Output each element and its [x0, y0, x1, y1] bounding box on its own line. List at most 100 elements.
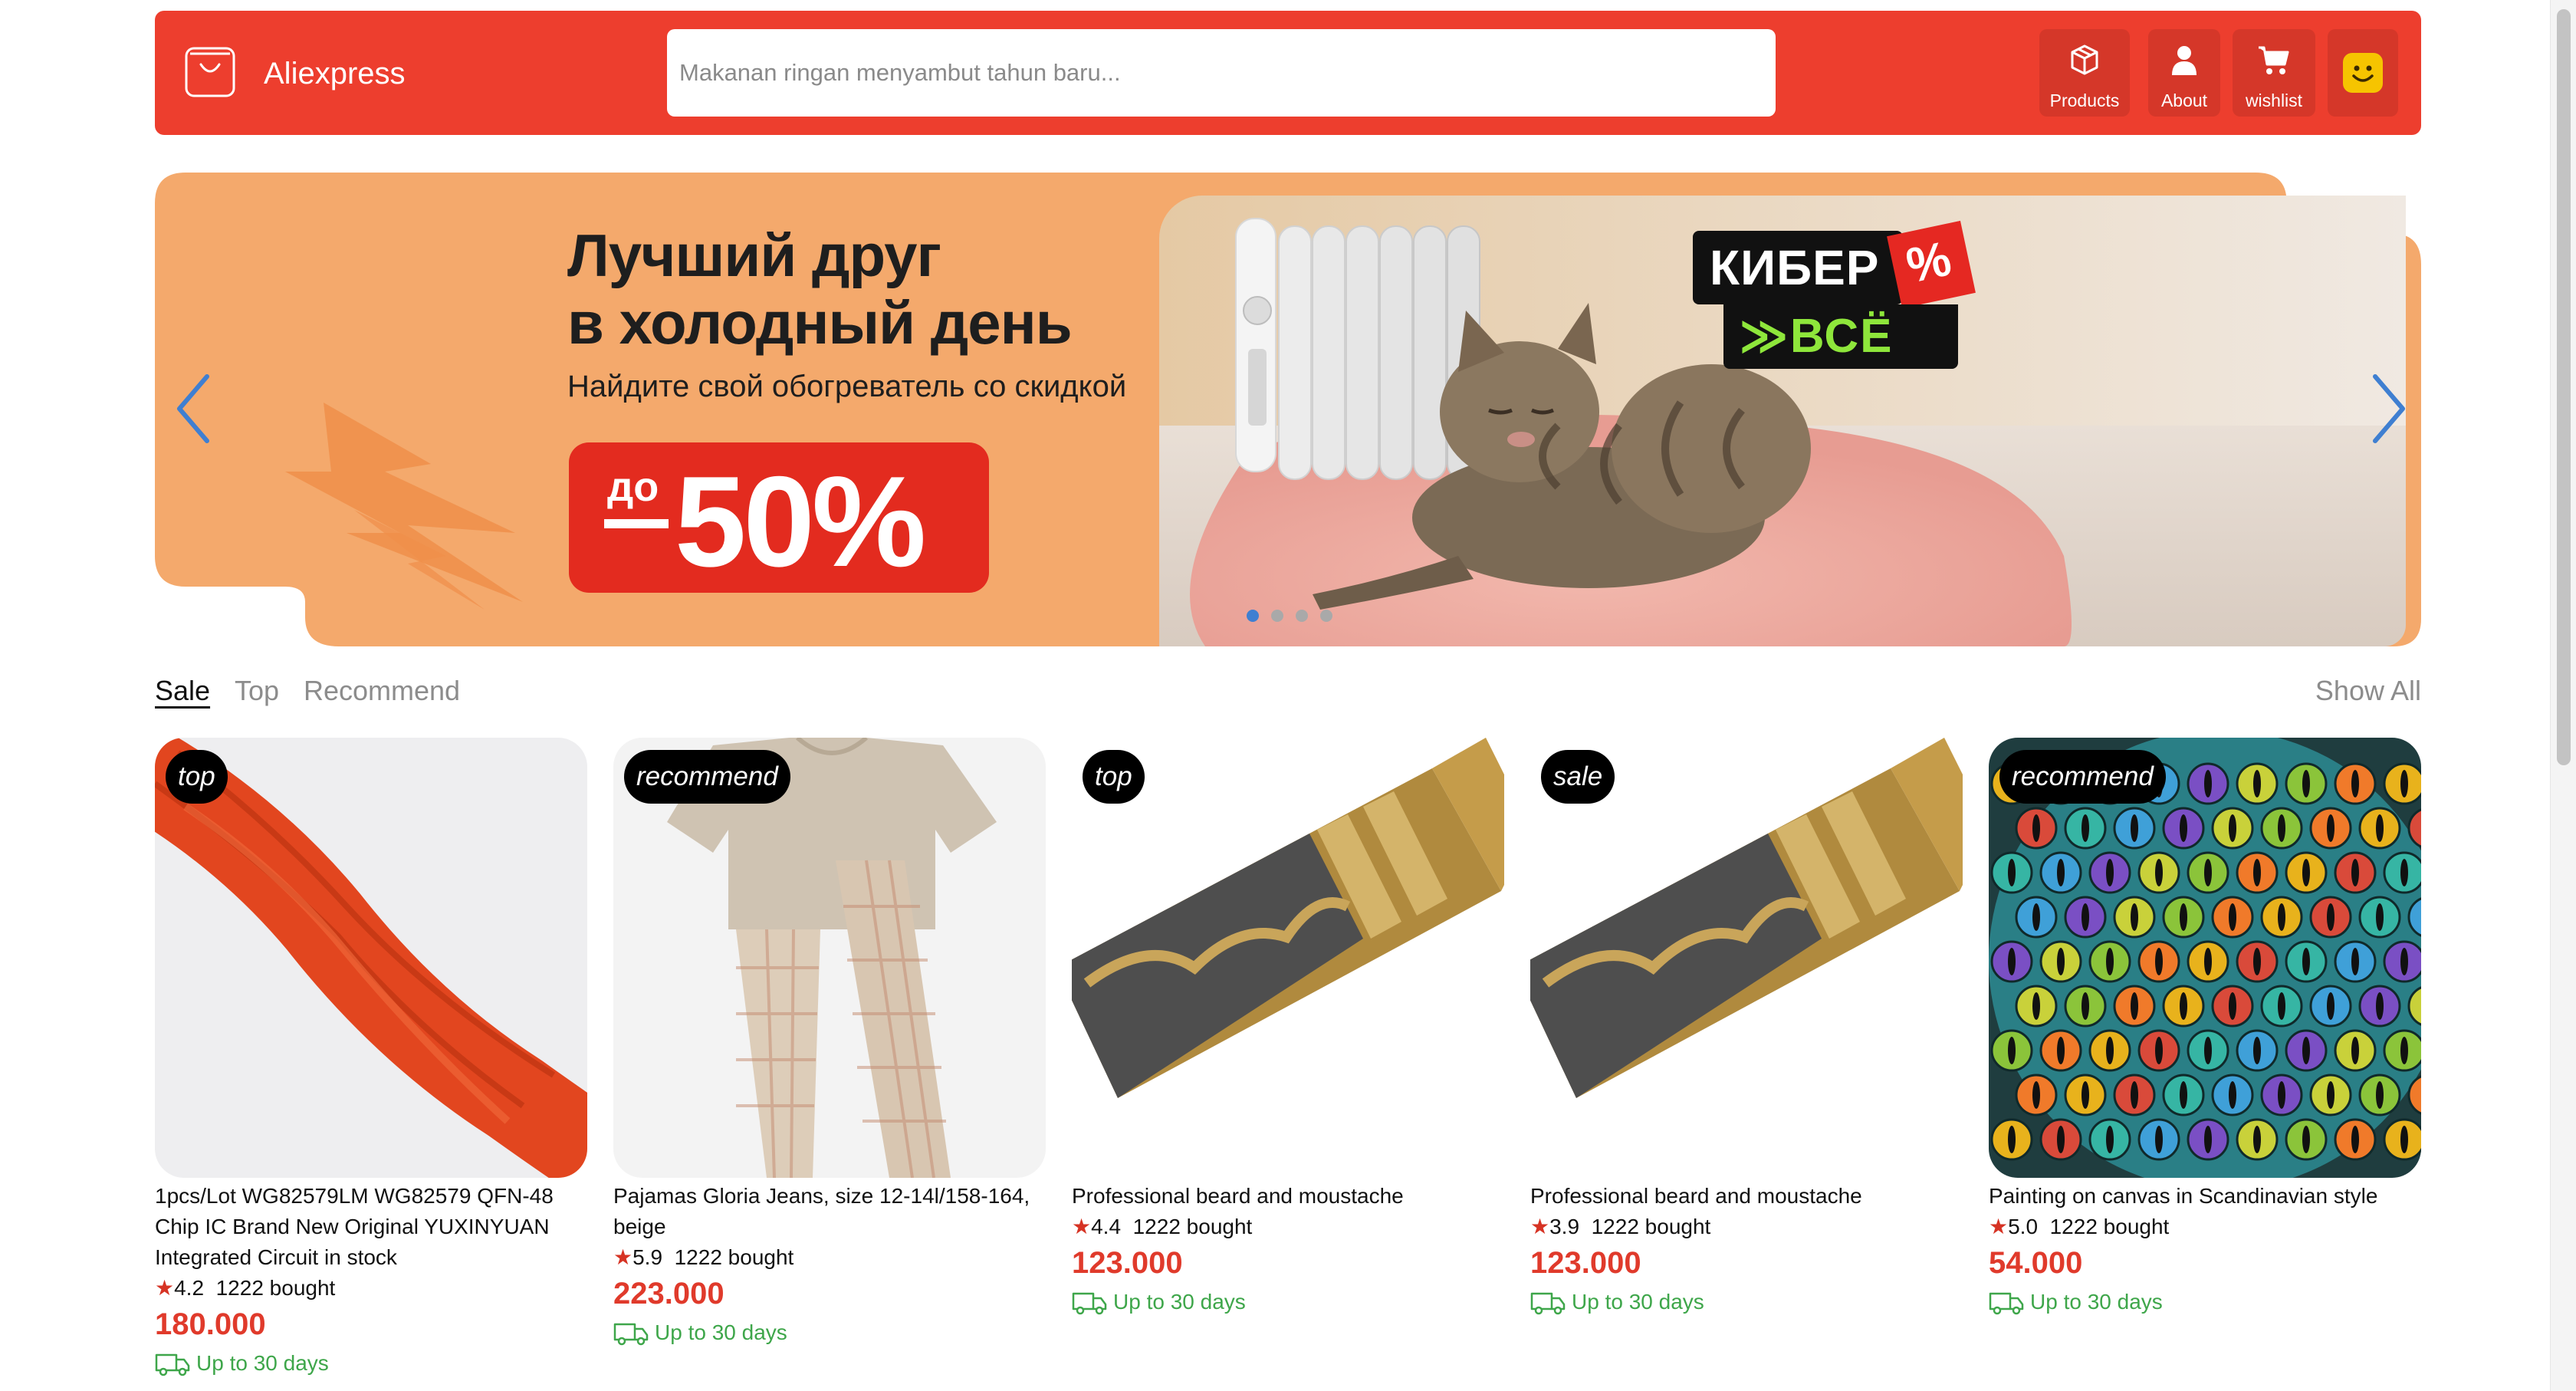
shipping-text: Up to 30 days	[2030, 1290, 2163, 1314]
wishlist-button[interactable]: wishlist	[2233, 29, 2315, 117]
product-image-eyes	[1989, 738, 2421, 1178]
product-image[interactable]: recommend	[613, 738, 1046, 1178]
product-title[interactable]: Professional beard and moustache	[1072, 1181, 1504, 1212]
banner-headline-line-2: в холодный день	[567, 289, 1073, 357]
wishlist-button-label: wishlist	[2245, 90, 2303, 110]
smiley-avatar-icon	[2343, 53, 2383, 93]
tab-top[interactable]: Top	[235, 675, 279, 707]
products-button[interactable]: Products	[2039, 29, 2130, 117]
product-image-cord	[155, 738, 587, 1178]
about-button[interactable]: About	[2148, 29, 2220, 117]
shipping-info: Up to 30 days	[613, 1317, 1046, 1348]
product-title[interactable]: Pajamas Gloria Jeans, size 12-14l/158-16…	[613, 1181, 1046, 1242]
promo-banner[interactable]: Лучший друг в холодный день Найдите свой…	[155, 173, 2421, 646]
bought-count: 1222 bought	[1591, 1215, 1711, 1238]
product-card[interactable]: recommend Pajamas Gloria Jeans, size 12-…	[613, 738, 1046, 1348]
slide-dot-2[interactable]	[1271, 610, 1283, 622]
banner-subline: Найдите свой обогреватель со скидкой	[567, 370, 1127, 403]
chevron-right-icon[interactable]	[2364, 370, 2410, 447]
product-image-trimmer	[1072, 738, 1504, 1178]
bought-count: 1222 bought	[674, 1245, 794, 1269]
product-rating: ★3.9 1222 bought	[1530, 1212, 1963, 1242]
cart-icon	[2259, 46, 2289, 74]
product-price: 180.000	[155, 1307, 266, 1341]
scrollbar-thumb[interactable]	[2557, 9, 2571, 765]
product-title[interactable]: Professional beard and moustache	[1530, 1181, 1963, 1212]
product-image-trimmer	[1530, 738, 1963, 1178]
tab-sale[interactable]: Sale	[155, 675, 210, 707]
product-rating: ★4.2 1222 bought	[155, 1273, 587, 1304]
shipping-text: Up to 30 days	[1113, 1290, 1246, 1314]
product-card[interactable]: top 1pcs/Lot WG82579LM WG82579 QFN-48 Ch…	[155, 738, 587, 1379]
product-badge: recommend	[1999, 750, 2166, 804]
bought-count: 1222 bought	[215, 1276, 336, 1300]
product-price: 123.000	[1530, 1246, 1641, 1280]
rating-value: 5.0	[2008, 1215, 2039, 1238]
promo-logo-top-text: КИБЕР	[1710, 240, 1880, 295]
user-icon	[2172, 46, 2196, 75]
promo-logo-bottom: ≫ВСЁ	[1723, 304, 1958, 369]
rating-value: 3.9	[1549, 1215, 1580, 1238]
product-price: 54.000	[1989, 1246, 2083, 1280]
banner-headline: Лучший друг в холодный день	[567, 222, 1073, 357]
slide-dot-1[interactable]	[1247, 610, 1259, 622]
bought-count: 1222 bought	[2049, 1215, 2170, 1238]
product-rating: ★4.4 1222 bought	[1072, 1212, 1504, 1242]
chevron-left-icon[interactable]	[172, 370, 218, 447]
slide-dot-4[interactable]	[1320, 610, 1332, 622]
slide-dot-3[interactable]	[1296, 610, 1308, 622]
rating-value: 5.9	[632, 1245, 663, 1269]
truck-icon	[1530, 1292, 1566, 1315]
shipping-info: Up to 30 days	[1989, 1287, 2421, 1317]
product-card[interactable]: recommend Painting on canvas in Scandina…	[1989, 738, 2421, 1317]
page-scrollbar[interactable]	[2550, 0, 2576, 1391]
product-image[interactable]: top	[1072, 738, 1504, 1178]
shipping-info: Up to 30 days	[1072, 1287, 1504, 1317]
product-price: 223.000	[613, 1277, 724, 1310]
product-image[interactable]: sale	[1530, 738, 1963, 1178]
tab-recommend[interactable]: Recommend	[304, 675, 460, 707]
product-image-pajamas	[613, 738, 1046, 1178]
top-header: Aliexpress Products About wishlist	[155, 11, 2421, 135]
product-image[interactable]: top	[155, 738, 587, 1178]
product-badge: top	[166, 750, 228, 804]
box-icon	[2071, 44, 2098, 75]
app-name[interactable]: Aliexpress	[264, 57, 406, 90]
rating-value: 4.4	[1091, 1215, 1122, 1238]
product-badge: sale	[1541, 750, 1615, 804]
truck-icon	[155, 1353, 190, 1376]
discount-minus	[604, 519, 669, 528]
show-all-link[interactable]: Show All	[2315, 675, 2421, 707]
avatar-button[interactable]	[2328, 29, 2398, 117]
star-icon: ★	[1072, 1215, 1092, 1238]
product-title[interactable]: Painting on canvas in Scandinavian style	[1989, 1181, 2421, 1212]
promo-logo-top: КИБЕР	[1693, 231, 1903, 304]
about-button-label: About	[2160, 90, 2208, 110]
truck-icon	[1072, 1292, 1107, 1315]
product-card[interactable]: sale Professional beard and moustache ★3…	[1530, 738, 1963, 1317]
search-input[interactable]	[667, 29, 1776, 117]
shopping-bag-icon[interactable]	[184, 46, 236, 98]
star-icon: ★	[155, 1276, 175, 1300]
shipping-text: Up to 30 days	[196, 1351, 329, 1375]
product-title[interactable]: 1pcs/Lot WG82579LM WG82579 QFN-48 Chip I…	[155, 1181, 587, 1273]
star-icon: ★	[1989, 1215, 2009, 1238]
product-rating: ★5.0 1222 bought	[1989, 1212, 2421, 1242]
product-badge: top	[1083, 750, 1145, 804]
bought-count: 1222 bought	[1132, 1215, 1253, 1238]
truck-icon	[613, 1323, 649, 1346]
rating-value: 4.2	[174, 1276, 205, 1300]
product-card[interactable]: top Professional beard and moustache ★4.…	[1072, 738, 1504, 1317]
shipping-info: Up to 30 days	[1530, 1287, 1963, 1317]
shipping-text: Up to 30 days	[1572, 1290, 1704, 1314]
discount-badge: до 50%	[569, 442, 989, 593]
shipping-text: Up to 30 days	[655, 1320, 787, 1344]
product-badge: recommend	[624, 750, 790, 804]
discount-prefix: до	[607, 464, 659, 510]
star-icon: ★	[1530, 1215, 1550, 1238]
product-image[interactable]: recommend	[1989, 738, 2421, 1178]
products-button-label: Products	[2049, 90, 2120, 110]
promo-logo: КИБЕР % ≫ВСЁ	[1693, 220, 1976, 369]
shipping-info: Up to 30 days	[155, 1348, 587, 1379]
product-price: 123.000	[1072, 1246, 1183, 1280]
